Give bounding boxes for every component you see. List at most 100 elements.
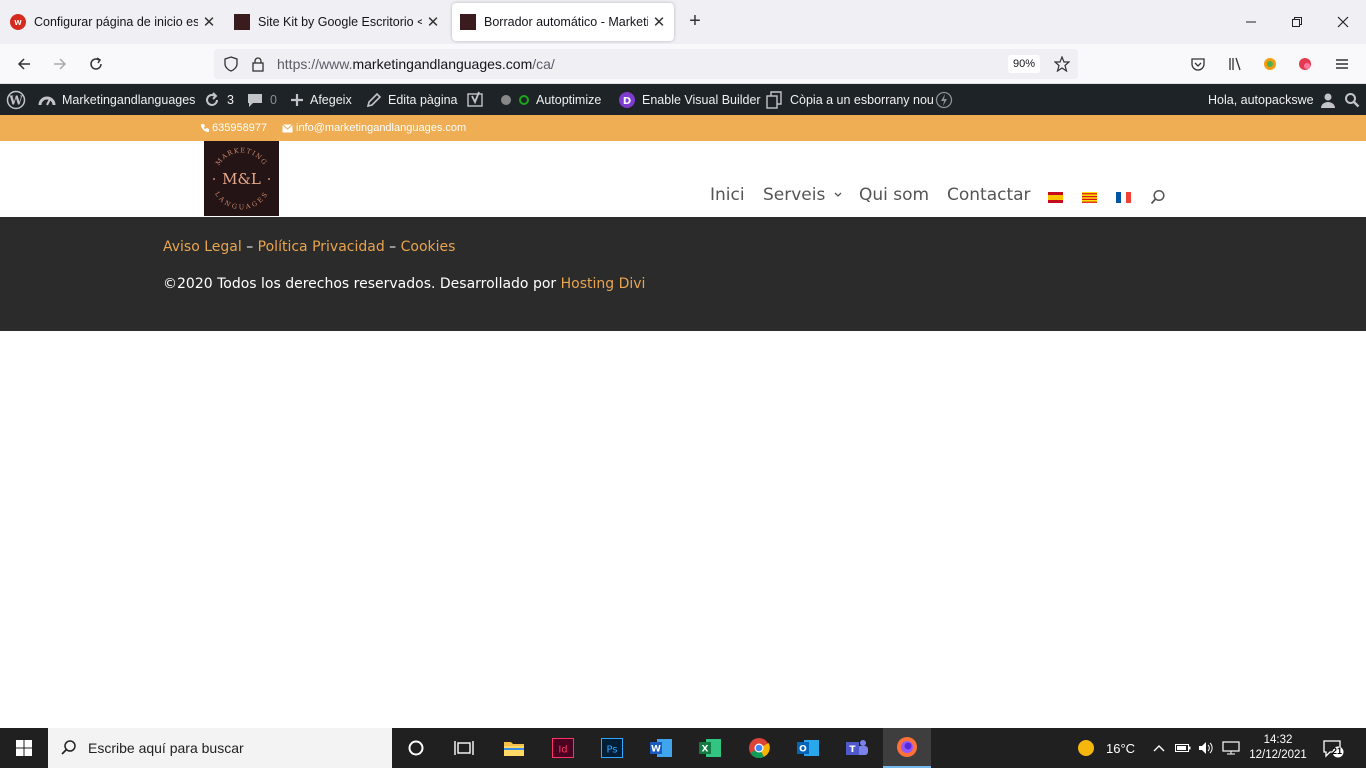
outlook-icon: O (797, 740, 819, 756)
new-content-link[interactable]: Afegeix (290, 84, 352, 115)
weather-widget[interactable]: 16°C (1076, 728, 1135, 768)
new-tab-button[interactable]: + (684, 10, 706, 32)
visual-builder-label: Enable Visual Builder (642, 92, 761, 107)
clock-time: 14:32 (1263, 734, 1293, 746)
cookies-link[interactable]: Cookies (401, 239, 456, 255)
show-hidden-icons-button[interactable] (1152, 728, 1166, 768)
email-contact[interactable]: info@marketingandlanguages.com (282, 115, 466, 141)
windows-taskbar: Escribe aquí para buscar Id Ps W X O T 1… (0, 728, 1366, 768)
photoshop-button[interactable]: Ps (588, 728, 636, 768)
url-bar[interactable]: https://www.marketingandlanguages.com/ca… (214, 49, 1078, 79)
browser-tab-strip: w Configurar página de inicio está ✕ Sit… (0, 0, 1366, 44)
ml-favicon-icon (234, 14, 250, 30)
site-logo[interactable]: MARKETING LANGUAGES M&L (204, 141, 279, 216)
tab-configurar-pagina[interactable]: w Configurar página de inicio está ✕ (2, 3, 224, 41)
url-text[interactable]: https://www.marketingandlanguages.com/ca… (277, 49, 555, 79)
folder-icon (504, 742, 524, 756)
volume-button[interactable] (1198, 728, 1214, 768)
edit-page-link[interactable]: Edita pàgina (366, 84, 458, 115)
nav-item-home[interactable]: Inici (710, 185, 745, 205)
back-button[interactable] (12, 52, 36, 76)
dashboard-icon (38, 96, 56, 105)
updates-icon (206, 91, 218, 106)
comment-icon (248, 93, 262, 107)
close-window-button[interactable] (1320, 0, 1366, 44)
word-button[interactable]: W (637, 728, 685, 768)
legal-notice-link[interactable]: Aviso Legal (163, 239, 242, 255)
admin-search-button[interactable] (1344, 84, 1366, 115)
task-view-button[interactable] (440, 728, 488, 768)
taskbar-search-box[interactable]: Escribe aquí para buscar (48, 728, 392, 768)
excel-button[interactable]: X (686, 728, 734, 768)
indesign-button[interactable]: Id (539, 728, 587, 768)
close-tab-icon[interactable]: ✕ (426, 13, 440, 31)
plus-icon (291, 93, 303, 106)
speaker-icon (1199, 742, 1213, 754)
teams-icon: T (846, 740, 868, 755)
tab-borrador[interactable]: Borrador automático - Marketin ✕ (452, 3, 674, 41)
reload-icon (90, 57, 102, 70)
close-tab-icon[interactable]: ✕ (202, 13, 216, 31)
hosting-divi-link[interactable]: Hosting Divi (561, 276, 646, 292)
extension-button-2[interactable] (1293, 52, 1317, 76)
yoast-icon (467, 91, 483, 107)
tab-title: Site Kit by Google Escritorio < M (258, 15, 422, 29)
cortana-button[interactable] (392, 728, 440, 768)
file-explorer-button[interactable] (490, 728, 538, 768)
restore-button[interactable] (1274, 0, 1320, 44)
notification-center-button[interactable]: 21 (1322, 728, 1344, 768)
copy-icon (766, 90, 782, 109)
phone-contact[interactable]: 635958977 (200, 115, 267, 141)
updates-link[interactable]: 3 (203, 84, 234, 115)
user-avatar-icon (1320, 93, 1335, 108)
extension-button[interactable] (1258, 52, 1282, 76)
reload-button[interactable] (84, 52, 108, 76)
nav-item-contact[interactable]: Contactar (947, 185, 1031, 205)
lightning-circle-icon (935, 91, 953, 108)
chrome-button[interactable] (735, 728, 783, 768)
firefox-icon (897, 737, 917, 757)
library-button[interactable] (1223, 52, 1247, 76)
comments-link[interactable]: 0 (246, 84, 277, 115)
site-name-link[interactable]: Marketingandlanguages (38, 84, 195, 115)
forward-button[interactable] (48, 52, 72, 76)
privacy-policy-link[interactable]: Política Privacidad (258, 239, 385, 255)
catalan-flag-icon[interactable] (1082, 192, 1097, 203)
network-button[interactable] (1222, 728, 1240, 768)
my-account-link[interactable]: Hola, autopackswe (1208, 84, 1342, 115)
arrow-left-icon (17, 58, 30, 70)
copy-to-draft-link[interactable]: Còpia a un esborrany nou (766, 84, 934, 115)
separator: – (241, 239, 258, 255)
menu-button[interactable] (1330, 52, 1354, 76)
indesign-icon: Id (552, 738, 574, 758)
outlook-button[interactable]: O (784, 728, 832, 768)
minimize-button[interactable] (1228, 0, 1274, 44)
nav-item-about[interactable]: Qui som (859, 185, 929, 205)
enable-visual-builder-link[interactable]: D Enable Visual Builder (618, 84, 761, 115)
tab-site-kit[interactable]: Site Kit by Google Escritorio < M ✕ (226, 3, 448, 41)
battery-button[interactable] (1175, 728, 1191, 768)
notification-count: 21 (1332, 746, 1343, 756)
bookmark-star-icon[interactable] (1054, 56, 1070, 72)
email-address: info@marketingandlanguages.com (296, 122, 467, 134)
french-flag-icon[interactable] (1116, 192, 1131, 203)
start-button[interactable] (0, 728, 48, 768)
zoom-level-badge[interactable]: 90% (1008, 55, 1041, 73)
nav-item-services[interactable]: Serveis (763, 185, 843, 205)
yoast-seo-button[interactable] (467, 84, 519, 115)
performance-button[interactable] (935, 84, 959, 115)
site-name: Marketingandlanguages (62, 92, 196, 107)
autoptimize-link[interactable]: Autoptimize (518, 84, 601, 115)
spanish-flag-icon[interactable] (1048, 192, 1063, 203)
teams-button[interactable]: T (833, 728, 881, 768)
search-icon[interactable] (1150, 189, 1166, 205)
pocket-button[interactable] (1186, 52, 1210, 76)
clock[interactable]: 14:32 12/12/2021 (1248, 728, 1308, 768)
minimize-icon (1246, 21, 1256, 23)
firefox-button[interactable] (883, 728, 931, 768)
comments-count: 0 (270, 92, 277, 107)
extension-icon (1299, 58, 1311, 70)
close-tab-icon[interactable]: ✕ (652, 13, 666, 31)
divi-icon: D (619, 91, 635, 108)
wordpress-logo-button[interactable]: W (6, 84, 32, 115)
